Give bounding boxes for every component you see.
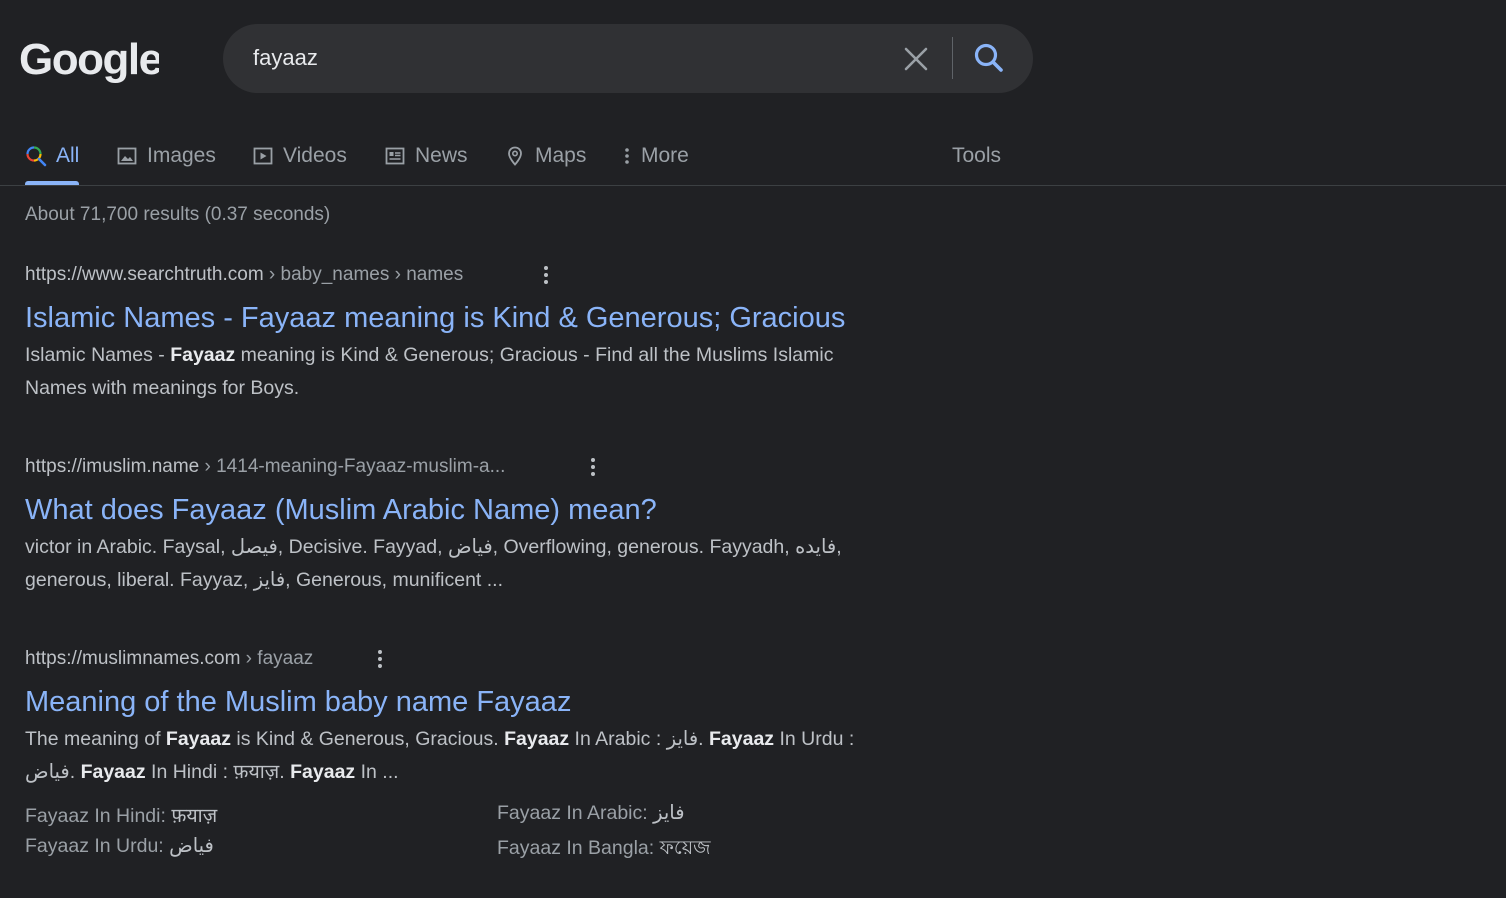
result-snippet: Islamic Names - Fayaaz meaning is Kind &…: [25, 339, 925, 405]
fact-label: Fayaaz In Arabic:: [497, 802, 654, 824]
fact-value: ফয়েজ: [659, 837, 711, 859]
more-options-icon[interactable]: [586, 456, 600, 478]
search-box: [223, 24, 1033, 93]
map-pin-icon: [508, 146, 522, 166]
fact-value: फ़याज़: [171, 805, 218, 827]
snippet-highlight: Fayaaz: [165, 728, 231, 750]
search-input[interactable]: [253, 42, 873, 74]
snippet-highlight: Fayaaz: [290, 761, 356, 783]
tab-all[interactable]: All: [25, 136, 79, 176]
search-result: https://muslimnames.com › fayaaz Meaning…: [25, 646, 925, 789]
snippet-text: Islamic Names -: [25, 344, 171, 366]
fact-bangla: Fayaaz In Bangla: ফয়েজ: [497, 834, 711, 866]
snippet-text: In Hindi : फ़याज़.: [145, 761, 291, 783]
tab-label: Maps: [535, 144, 587, 167]
result-site: https://muslimnames.com: [25, 648, 241, 669]
search-icon[interactable]: [971, 40, 1007, 76]
result-title[interactable]: What does Fayaaz (Muslim Arabic Name) me…: [25, 492, 925, 528]
tools-label: Tools: [952, 144, 1002, 167]
tab-news[interactable]: News: [384, 136, 468, 176]
fact-label: Fayaaz In Hindi:: [25, 805, 172, 827]
tab-label: News: [415, 144, 468, 167]
result-snippet: The meaning of Fayaaz is Kind & Generous…: [25, 723, 925, 789]
snippet-text: meaning is Kind & Generous; Gracious - F…: [235, 344, 834, 366]
snippet-highlight: Fayaaz: [80, 761, 146, 783]
result-stats: About 71,700 results (0.37 seconds): [25, 204, 331, 225]
snippet-text: فیاض.: [25, 761, 81, 783]
result-snippet: victor in Arabic. Faysal, فيصل, Decisive…: [25, 531, 925, 597]
more-options-icon[interactable]: [539, 264, 553, 286]
snippet-text: In ...: [355, 761, 399, 783]
tab-label: Images: [147, 144, 216, 167]
video-icon: [253, 147, 273, 165]
tab-images[interactable]: Images: [116, 136, 216, 176]
snippet-line: generous, liberal. Fayyaz, فايز, Generou…: [25, 564, 925, 597]
result-url[interactable]: https://www.searchtruth.com › baby_names…: [25, 262, 925, 288]
snippet-line: Names with meanings for Boys.: [25, 372, 925, 405]
snippet-line: Islamic Names - Fayaaz meaning is Kind &…: [25, 339, 925, 372]
snippet-text: In Arabic : فايز.: [569, 728, 709, 750]
more-vert-icon: [625, 148, 629, 164]
snippet-line: victor in Arabic. Faysal, فيصل, Decisive…: [25, 531, 925, 564]
svg-text:Google: Google: [19, 35, 159, 84]
snippet-text: victor in Arabic. Faysal, فيصل, Decisive…: [25, 536, 842, 558]
search-box-divider: [952, 37, 953, 79]
result-title[interactable]: Islamic Names - Fayaaz meaning is Kind &…: [25, 300, 925, 336]
result-path: › fayaaz: [240, 648, 314, 669]
snippet-highlight: Fayaaz: [504, 728, 570, 750]
tab-videos[interactable]: Videos: [252, 136, 347, 176]
more-options-icon[interactable]: [373, 648, 387, 670]
result-url[interactable]: https://imuslim.name › 1414-meaning-Faya…: [25, 454, 925, 480]
snippet-text: is Kind & Generous, Gracious.: [230, 728, 505, 750]
active-tab-indicator: [25, 181, 79, 185]
result-url[interactable]: https://muslimnames.com › fayaaz: [25, 646, 925, 672]
tab-more[interactable]: More: [622, 136, 689, 176]
fact-label: Fayaaz In Urdu:: [25, 835, 170, 857]
snippet-highlight: Fayaaz: [709, 728, 775, 750]
snippet-text: In Urdu :: [774, 728, 855, 750]
snippet-text: generous, liberal. Fayyaz, فايز, Generou…: [25, 569, 504, 591]
close-icon[interactable]: [901, 44, 931, 74]
result-site: https://www.searchtruth.com: [25, 264, 264, 285]
tab-label: All: [56, 144, 80, 167]
news-icon: [385, 147, 405, 165]
tab-maps[interactable]: Maps: [504, 136, 586, 176]
result-path: › 1414-meaning-Fayaaz-muslim-a...: [199, 456, 506, 477]
tools-button[interactable]: Tools: [952, 136, 1001, 176]
snippet-line: The meaning of Fayaaz is Kind & Generous…: [25, 723, 925, 756]
fact-value: فایز: [653, 802, 685, 824]
snippet-highlight: Fayaaz: [170, 344, 236, 366]
fact-label: Fayaaz In Bangla:: [497, 837, 660, 859]
search-icon: [26, 146, 47, 167]
result-path: › baby_names › names: [263, 264, 464, 285]
result-title[interactable]: Meaning of the Muslim baby name Fayaaz: [25, 684, 925, 720]
snippet-text: Names with meanings for Boys.: [25, 377, 300, 399]
search-result: https://imuslim.name › 1414-meaning-Faya…: [25, 454, 925, 597]
fact-hindi: Fayaaz In Hindi: फ़याज़: [25, 801, 217, 828]
fact-urdu: Fayaaz In Urdu: فیاض: [25, 834, 214, 858]
tab-label: More: [641, 144, 689, 167]
tab-label: Videos: [283, 144, 347, 167]
search-result: https://www.searchtruth.com › baby_names…: [25, 262, 925, 405]
result-site: https://imuslim.name: [25, 456, 200, 477]
fact-arabic: Fayaaz In Arabic: فایز: [497, 801, 685, 825]
image-icon: [117, 147, 137, 165]
snippet-text: The meaning of: [25, 728, 166, 750]
fact-value: فیاض: [169, 835, 214, 857]
snippet-line: فیاض. Fayaaz In Hindi : फ़याज़. Fayaaz I…: [25, 756, 925, 789]
google-logo[interactable]: Google: [19, 34, 159, 86]
search-tabs: All Images Videos News Maps More Tools: [0, 128, 1506, 186]
